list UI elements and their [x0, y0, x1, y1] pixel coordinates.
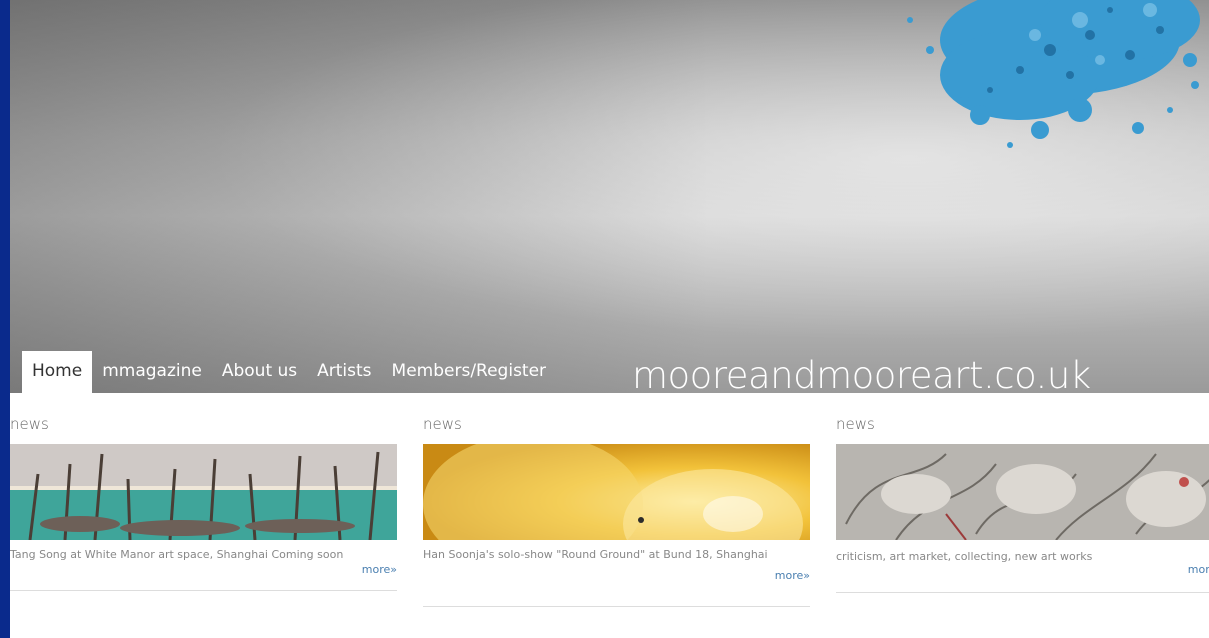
main-nav: Home mmagazine About us Artists Members/… — [22, 351, 556, 393]
site-title[interactable]: mooreandmooreart.co.uk — [632, 356, 1091, 396]
more-link[interactable]: more» — [1188, 563, 1209, 577]
nav-members-register[interactable]: Members/Register — [382, 351, 557, 393]
more-link[interactable]: more» — [10, 563, 397, 577]
news-status: Coming soon — [271, 548, 344, 561]
blue-pigment-image — [907, 0, 1200, 148]
nav-mmagazine[interactable]: mmagazine — [92, 351, 212, 393]
news-summary: criticism, art market, collecting, new a… — [836, 550, 1093, 563]
news-heading: news — [423, 415, 462, 433]
nav-artists[interactable]: Artists — [307, 351, 381, 393]
page: Home mmagazine About us Artists Members/… — [10, 0, 1209, 638]
divider — [836, 592, 1209, 593]
nav-about-us[interactable]: About us — [212, 351, 307, 393]
news-thumbnail-3[interactable] — [836, 444, 1209, 540]
news-thumbnail-1[interactable] — [10, 444, 397, 540]
news-summary: Tang Song at White Manor art space, Shan… — [10, 548, 268, 561]
hero-banner — [10, 0, 1209, 393]
more-link[interactable]: more» — [423, 569, 810, 583]
divider — [423, 606, 810, 607]
news-column-1: news Tang Song at White Manor art space,… — [10, 413, 397, 591]
nav-home[interactable]: Home — [22, 351, 93, 393]
news-column-3: news criticism, art market, collecting, … — [836, 413, 1209, 593]
divider — [10, 590, 397, 591]
news-summary: Han Soonja's solo-show "Round Ground" at… — [423, 548, 768, 561]
news-heading: news — [10, 415, 49, 433]
news-heading: news — [836, 415, 875, 433]
news-thumbnail-2[interactable] — [423, 444, 810, 540]
news-column-2: news Han Soonja's solo-show "Round Groun… — [423, 413, 810, 607]
